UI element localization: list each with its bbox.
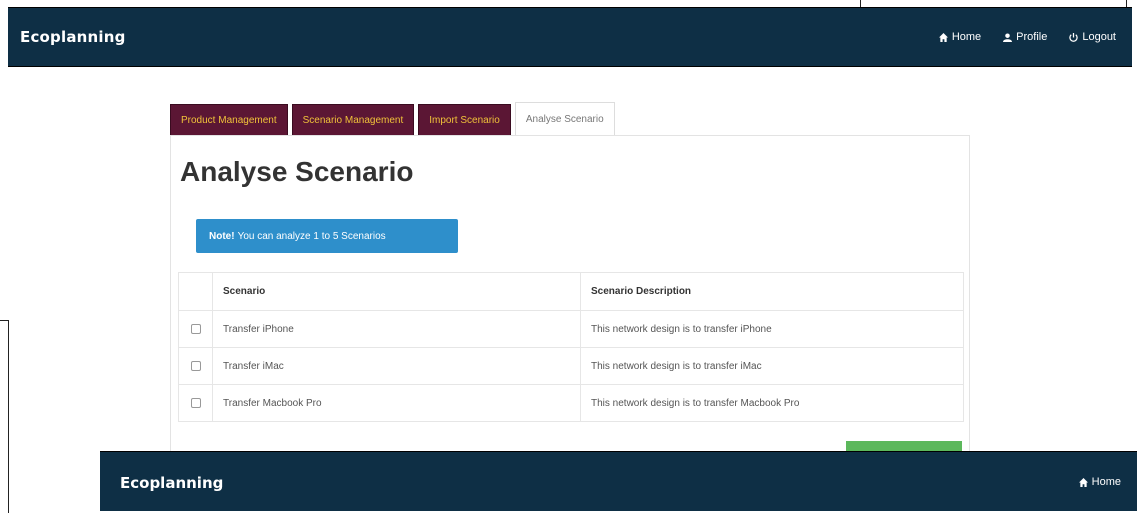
power-icon — [1069, 32, 1079, 42]
row-select-cell — [179, 348, 213, 384]
scenario-table: Scenario Scenario Description Transfer i… — [178, 272, 964, 422]
description-cell: This network design is to transfer iMac — [591, 360, 762, 372]
table-row: Transfer iMac This network design is to … — [179, 347, 963, 384]
description-cell: This network design is to transfer Macbo… — [591, 397, 800, 409]
tab-import-scenario[interactable]: Import Scenario — [418, 104, 511, 136]
home-icon — [938, 32, 948, 42]
second-nav-home-label: Home — [1091, 476, 1121, 488]
scenario-cell: Transfer iMac — [213, 348, 581, 384]
tab-product-management[interactable]: Product Management — [170, 104, 288, 136]
header-scenario-description: Scenario Description — [591, 286, 692, 297]
user-icon — [1003, 32, 1013, 42]
home-icon — [1078, 477, 1088, 487]
note-strong: Note! — [209, 230, 235, 242]
nav-logout-link[interactable]: Logout — [1069, 31, 1116, 43]
nav-home-link[interactable]: Home — [938, 31, 982, 43]
table-row: Transfer Macbook Pro This network design… — [179, 384, 963, 421]
scenario-cell: Transfer Macbook Pro — [213, 385, 581, 421]
frame-line-left — [0, 320, 8, 321]
nav-profile-label: Profile — [1016, 31, 1048, 43]
row-checkbox[interactable] — [190, 398, 201, 408]
frame-line-left-vertical — [8, 320, 9, 513]
table-row: Transfer iPhone This network design is t… — [179, 310, 963, 347]
row-select-cell — [179, 311, 213, 347]
tab-bar: Product Management Scenario Management I… — [170, 102, 615, 136]
brand-logo[interactable]: Ecoplanning — [20, 28, 126, 46]
header-select-cell — [179, 273, 213, 310]
second-nav-home-link[interactable]: Home — [1078, 476, 1121, 488]
tab-scenario-management[interactable]: Scenario Management — [291, 104, 415, 136]
tab-analyse-scenario[interactable]: Analyse Scenario — [514, 102, 615, 136]
scenario-cell: Transfer iPhone — [213, 311, 581, 347]
nav-home-label: Home — [951, 31, 982, 43]
nav-links: Home Profile Logout — [938, 31, 1116, 43]
second-brand-logo[interactable]: Ecoplanning — [120, 474, 223, 492]
info-note: Note! You can analyze 1 to 5 Scenarios — [196, 219, 458, 253]
row-checkbox[interactable] — [190, 361, 201, 371]
frame-line-top — [860, 0, 861, 7]
row-checkbox[interactable] — [190, 324, 201, 334]
top-navbar: Ecoplanning Home Profile Logout — [8, 7, 1132, 67]
table-header-row: Scenario Scenario Description — [179, 273, 963, 310]
nav-profile-link[interactable]: Profile — [1003, 31, 1047, 43]
page-title: Analyse Scenario — [180, 156, 414, 187]
header-scenario: Scenario — [213, 273, 581, 310]
description-cell: This network design is to transfer iPhon… — [591, 323, 772, 335]
nav-logout-label: Logout — [1082, 31, 1116, 43]
second-navbar: Ecoplanning Home — [100, 451, 1137, 511]
note-text: You can analyze 1 to 5 Scenarios — [237, 230, 386, 242]
frame-line-right — [1126, 0, 1127, 7]
row-select-cell — [179, 385, 213, 421]
